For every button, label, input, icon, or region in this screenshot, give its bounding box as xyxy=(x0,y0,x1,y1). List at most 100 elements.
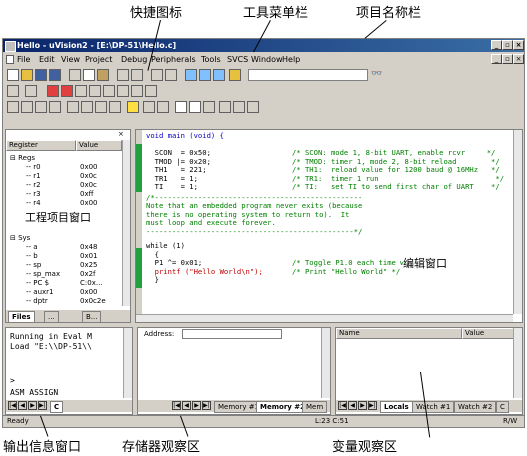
run-to-cursor-icon[interactable] xyxy=(103,85,115,97)
pane-close-icon[interactable]: × xyxy=(118,130,124,138)
close-icon[interactable]: × xyxy=(513,40,524,50)
menu-tools[interactable]: Tools xyxy=(201,53,221,66)
menu-svcs[interactable]: SVCS xyxy=(227,53,248,66)
find-in-files-icon[interactable] xyxy=(229,69,241,81)
tab-watch-1[interactable]: Watch #1 xyxy=(412,401,455,413)
menu-project[interactable]: Project xyxy=(85,53,112,66)
logic-analyzer-icon[interactable] xyxy=(233,101,245,113)
save-icon[interactable] xyxy=(35,69,47,81)
nav-next-icon[interactable]: ▶ xyxy=(192,401,201,410)
address-input[interactable] xyxy=(182,329,282,339)
save-all-icon[interactable] xyxy=(49,69,61,81)
tab-files[interactable]: Files xyxy=(8,311,35,322)
run-icon[interactable] xyxy=(25,85,37,97)
copy-icon[interactable] xyxy=(83,69,95,81)
step-over-icon[interactable] xyxy=(75,85,87,97)
breakpoint-icon[interactable] xyxy=(117,85,129,97)
new-file-icon[interactable] xyxy=(7,69,19,81)
code-line[interactable]: TI = 1; /* TI: set TI to send first char … xyxy=(146,183,500,191)
code-line[interactable]: ----------------------------------------… xyxy=(146,227,362,236)
code-line[interactable]: void main (void) { xyxy=(146,132,224,140)
memory-window-icon[interactable] xyxy=(175,101,187,113)
menu-view[interactable]: View xyxy=(61,53,80,66)
rebuild-icon[interactable] xyxy=(35,101,47,113)
serial-window-icon[interactable] xyxy=(189,101,201,113)
tab-books[interactable]: B... xyxy=(82,311,102,322)
reset-icon[interactable] xyxy=(7,85,19,97)
value-header[interactable]: Value xyxy=(76,140,122,151)
nav-prev-icon[interactable]: ◀ xyxy=(18,401,27,410)
watch-vscroll[interactable] xyxy=(513,328,522,398)
nav-next-icon[interactable]: ▶ xyxy=(358,401,367,410)
tab-watch-c[interactable]: C xyxy=(496,401,509,413)
register-header[interactable]: Register xyxy=(6,140,76,151)
step-out-2-icon[interactable] xyxy=(95,101,107,113)
binoculars-icon[interactable]: 👓 xyxy=(371,69,382,79)
nav-last-icon[interactable]: ▶| xyxy=(368,401,377,410)
sys-group[interactable]: ⊟ Sys xyxy=(10,234,30,242)
menu-peripherals[interactable]: Peripherals xyxy=(151,53,196,66)
output-command[interactable]: ASM ASSIGN xyxy=(10,388,58,397)
find-combo[interactable] xyxy=(248,69,368,81)
output-vscroll[interactable] xyxy=(123,328,132,398)
code-line[interactable]: } xyxy=(146,276,159,284)
step-over-2-icon[interactable] xyxy=(81,101,93,113)
tab-regs[interactable]: ... xyxy=(44,311,59,322)
undo-icon[interactable] xyxy=(117,69,129,81)
show-next-icon[interactable] xyxy=(127,101,139,113)
regs-group[interactable]: ⊟ Regs xyxy=(10,154,35,162)
bookmark-next-icon[interactable] xyxy=(199,69,211,81)
tab-locals[interactable]: Locals xyxy=(380,401,413,413)
minimize-icon[interactable]: _ xyxy=(491,40,502,50)
translate-icon[interactable] xyxy=(7,101,19,113)
nav-next-icon[interactable]: ▶ xyxy=(28,401,37,410)
editor-hscroll[interactable] xyxy=(136,314,513,322)
menu-help[interactable]: Help xyxy=(282,53,300,66)
bookmark-icon[interactable] xyxy=(185,69,197,81)
memory-vscroll[interactable] xyxy=(321,328,330,398)
nav-last-icon[interactable]: ▶| xyxy=(38,401,47,410)
menu-edit[interactable]: Edit xyxy=(39,53,55,66)
watch-window-icon[interactable] xyxy=(157,101,169,113)
nav-prev-icon[interactable]: ◀ xyxy=(348,401,357,410)
child-minimize-icon[interactable]: _ xyxy=(491,54,502,64)
options-icon[interactable] xyxy=(49,101,61,113)
tab-watch-2[interactable]: Watch #2 xyxy=(454,401,497,413)
tab-memory-3[interactable]: Mem xyxy=(302,401,328,413)
code-coverage-icon[interactable] xyxy=(219,101,231,113)
breakpoint-kill-icon[interactable] xyxy=(131,85,143,97)
build-icon[interactable] xyxy=(21,101,33,113)
nav-first-icon[interactable]: |◀ xyxy=(8,401,17,410)
step-into-icon[interactable] xyxy=(61,85,73,97)
menu-window[interactable]: Window xyxy=(251,53,283,66)
project-vscroll[interactable] xyxy=(122,140,130,306)
nav-prev-icon[interactable]: ◀ xyxy=(182,401,191,410)
paste-icon[interactable] xyxy=(97,69,109,81)
performance-icon[interactable] xyxy=(203,101,215,113)
value-header[interactable]: Value xyxy=(462,328,514,339)
child-restore-icon[interactable]: ▫ xyxy=(502,54,513,64)
maximize-icon[interactable]: ▫ xyxy=(502,40,513,50)
nav-first-icon[interactable]: |◀ xyxy=(172,401,181,410)
tab-command[interactable]: C xyxy=(50,401,64,413)
run-cursor-2-icon[interactable] xyxy=(109,101,121,113)
editor-vscroll[interactable] xyxy=(513,130,522,314)
step-out-icon[interactable] xyxy=(89,85,101,97)
breakpoint-disable-icon[interactable] xyxy=(145,85,157,97)
step-icon[interactable] xyxy=(67,101,79,113)
child-close-icon[interactable]: × xyxy=(513,54,524,64)
outdent-icon[interactable] xyxy=(165,69,177,81)
nav-first-icon[interactable]: |◀ xyxy=(338,401,347,410)
redo-icon[interactable] xyxy=(131,69,143,81)
title-bar[interactable]: Hello - uVision2 - [E:\DP-51\Hello.c] _ … xyxy=(3,39,524,52)
code-line[interactable]: printf ("Hello World\n"); /* Print "Hello… xyxy=(146,267,401,276)
name-header[interactable]: Name xyxy=(336,328,462,339)
nav-last-icon[interactable]: ▶| xyxy=(202,401,211,410)
open-file-icon[interactable] xyxy=(21,69,33,81)
cut-icon[interactable] xyxy=(69,69,81,81)
stop-icon[interactable] xyxy=(47,85,59,97)
menu-file[interactable]: File xyxy=(17,53,30,66)
bookmark-prev-icon[interactable] xyxy=(213,69,225,81)
menu-debug[interactable]: Debug xyxy=(121,53,147,66)
tools-icon[interactable] xyxy=(247,101,259,113)
